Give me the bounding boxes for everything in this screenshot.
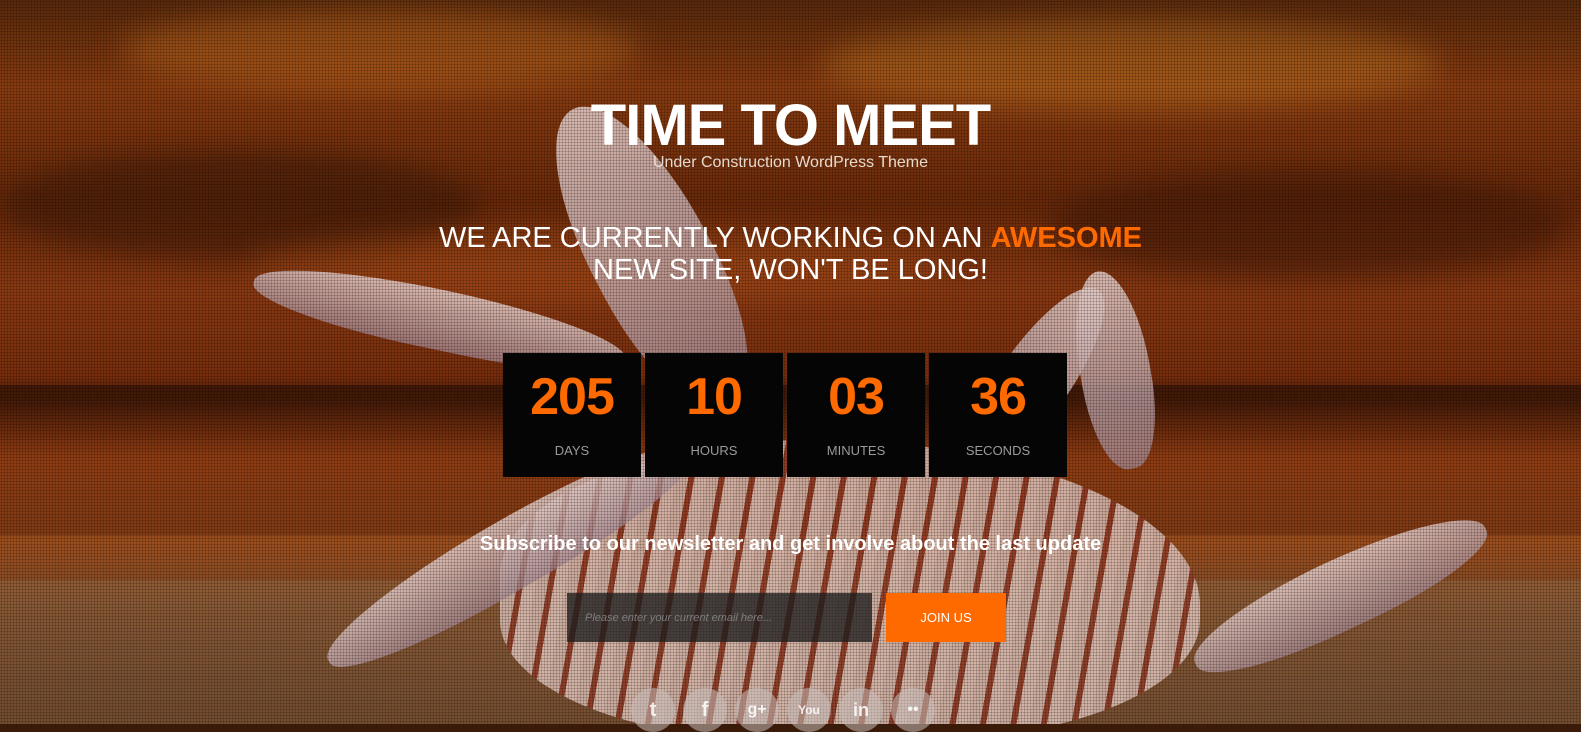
- email-field[interactable]: [567, 593, 872, 642]
- youtube-icon[interactable]: You: [787, 688, 831, 732]
- join-us-button[interactable]: JOIN US: [886, 593, 1006, 642]
- countdown-label: DAYS: [554, 443, 590, 458]
- countdown-seconds: 36 SECONDS: [929, 353, 1067, 477]
- google-plus-icon[interactable]: g+: [735, 688, 779, 732]
- countdown-value: 03: [828, 368, 885, 426]
- newsletter-text: Subscribe to our newsletter and get invo…: [479, 533, 1102, 555]
- twitter-icon[interactable]: t: [631, 688, 675, 732]
- countdown: 205 DAYS 10 HOURS 03 MINUTES 36 SECONDS: [503, 353, 1067, 477]
- headline-text-2: NEW SITE, WON'T BE LONG!: [593, 254, 988, 286]
- countdown-label: SECONDS: [965, 443, 1031, 458]
- countdown-label: MINUTES: [826, 443, 886, 458]
- page-content: TIME TO MEET Under Construction WordPres…: [0, 0, 1581, 732]
- countdown-value: 10: [686, 368, 743, 426]
- linkedin-icon[interactable]: in: [839, 688, 883, 732]
- countdown-label: HOURS: [690, 443, 738, 458]
- facebook-icon[interactable]: f: [683, 688, 727, 732]
- countdown-value: 36: [970, 368, 1027, 426]
- headline: WE ARE CURRENTLY WORKING ON AN AWESOME N…: [0, 222, 1581, 286]
- site-title: TIME TO MEET: [590, 93, 991, 158]
- headline-text-1: WE ARE CURRENTLY WORKING ON AN: [438, 222, 991, 254]
- site-subtitle: Under Construction WordPress Theme: [652, 154, 929, 171]
- countdown-hours: 10 HOURS: [645, 353, 783, 477]
- headline-accent: AWESOME: [990, 222, 1143, 254]
- countdown-days: 205 DAYS: [503, 353, 641, 477]
- countdown-value: 205: [530, 368, 615, 426]
- flickr-icon[interactable]: ••: [891, 688, 935, 732]
- countdown-minutes: 03 MINUTES: [787, 353, 925, 477]
